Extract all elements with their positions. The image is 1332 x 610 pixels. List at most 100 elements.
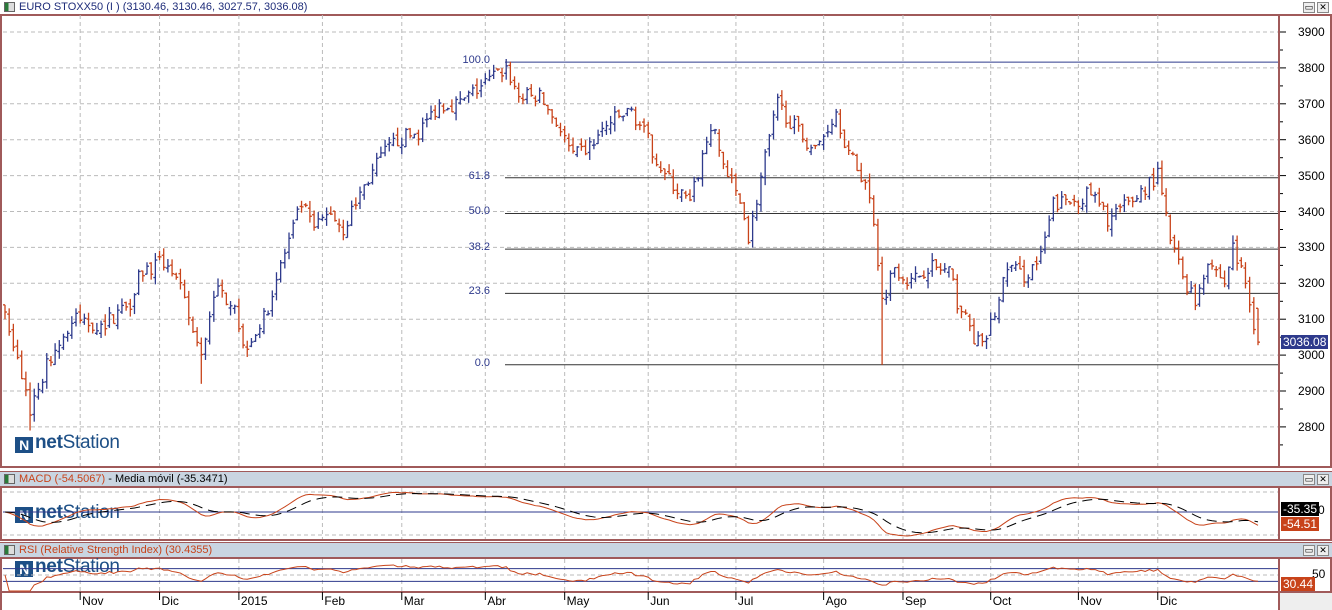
chart-canvas [3,15,1286,600]
ohlc-bar [625,107,630,117]
ohlc-bar [988,312,993,337]
ohlc-bar [174,272,179,280]
ohlc-bar [896,263,901,281]
ohlc-bar [232,304,237,314]
ohlc-bar [775,93,780,121]
ohlc-bar [224,292,229,306]
ohlc-bar [487,69,492,82]
ohlc-bar [429,105,434,120]
ohlc-bar [1226,266,1231,290]
y-axis-label: 2900 [1298,384,1325,398]
y-axis-label: 3200 [1298,276,1325,291]
ohlc-bar [758,172,763,212]
macd-value-tag: -54.51 [1281,517,1320,531]
signal-value-tag: -35.35 [1281,502,1320,516]
ohlc-bar [1088,182,1093,196]
ohlc-bar [608,115,613,135]
ohlc-bar [107,306,112,328]
signal-line [4,493,1259,534]
ohlc-bar [838,109,843,139]
ohlc-bar [1038,245,1043,264]
y-axis-label: 3500 [1298,168,1325,183]
ohlc-bar [566,133,571,152]
y-axis-label: 3000 [1298,348,1325,363]
ohlc-bar [913,266,918,283]
ohlc-bar [136,269,141,296]
ohlc-bar [926,267,931,289]
fibonacci-level-label: 61.8 [468,169,490,182]
ohlc-bar [282,248,287,269]
ohlc-bar [420,117,425,143]
ohlc-bar [291,219,296,239]
ohlc-bar [1143,186,1148,200]
ohlc-bar [554,117,559,128]
ohlc-bar [349,200,354,227]
ohlc-bar [951,268,956,281]
ohlc-bar [909,273,914,289]
ohlc-bar [1126,196,1131,206]
ohlc-bar [733,173,738,196]
rsi-value-tag: 30.44 [1281,577,1316,591]
ohlc-bar [132,293,137,315]
ohlc-bar [675,183,680,200]
ohlc-bar [44,353,49,389]
ohlc-bar [203,337,208,360]
ohlc-bar [963,309,968,315]
x-axis-label-nov: Nov [1080,594,1102,608]
ohlc-bar [445,107,450,111]
fibonacci-level-label: 100.0 [462,54,490,67]
ohlc-bar [784,100,789,128]
y-axis-label: 3700 [1298,96,1325,111]
ohlc-bar [646,121,651,139]
ohlc-bar [32,388,37,422]
ohlc-bar [90,322,95,334]
ohlc-bar [938,263,943,275]
ohlc-bar [591,139,596,150]
ohlc-bar [533,95,538,107]
ohlc-bar [1218,264,1223,279]
ohlc-bar [667,164,672,175]
ohlc-bar [738,193,743,204]
ohlc-bar [725,160,730,178]
ohlc-bar [545,104,550,115]
ohlc-bar [74,308,79,327]
ohlc-bar [211,290,216,322]
ohlc-bar [207,311,212,345]
ohlc-bar [266,310,271,316]
ohlc-bar [1235,235,1240,271]
ohlc-bar [596,129,601,145]
ohlc-bar [612,106,617,132]
ohlc-bar [917,275,922,278]
ohlc-bar [846,140,851,156]
fibonacci-level-label: 23.6 [468,285,490,298]
ohlc-bar [7,308,12,336]
ohlc-bar [629,106,634,112]
ohlc-bar [817,140,822,146]
ohlc-bar [604,120,609,135]
ohlc-bar [921,270,926,280]
ohlc-bar [316,212,321,229]
ohlc-bar [358,186,363,210]
ohlc-bar [99,320,104,339]
ohlc-bar [654,153,659,167]
ohlc-bar [466,90,471,103]
x-axis-label-dic: Dic [1159,594,1178,608]
ohlc-bar [621,115,626,122]
ohlc-bar [437,99,442,119]
ohlc-bar [1109,208,1114,237]
ohlc-bar [61,333,66,350]
ohlc-bar [1251,297,1256,335]
ohlc-bar [303,203,308,208]
ohlc-bar [153,253,158,285]
ohlc-bar [863,179,868,190]
ohlc-bar [119,298,124,314]
ohlc-bar [980,333,985,347]
ohlc-bar [115,304,120,330]
ohlc-bar [1034,256,1039,271]
macd-zero-label: 0 [1318,503,1325,517]
ohlc-bar [955,274,960,314]
ohlc-bar [337,218,342,233]
ohlc-bar [1151,167,1156,191]
ohlc-bar [1201,274,1206,295]
ohlc-bar [1172,234,1177,253]
